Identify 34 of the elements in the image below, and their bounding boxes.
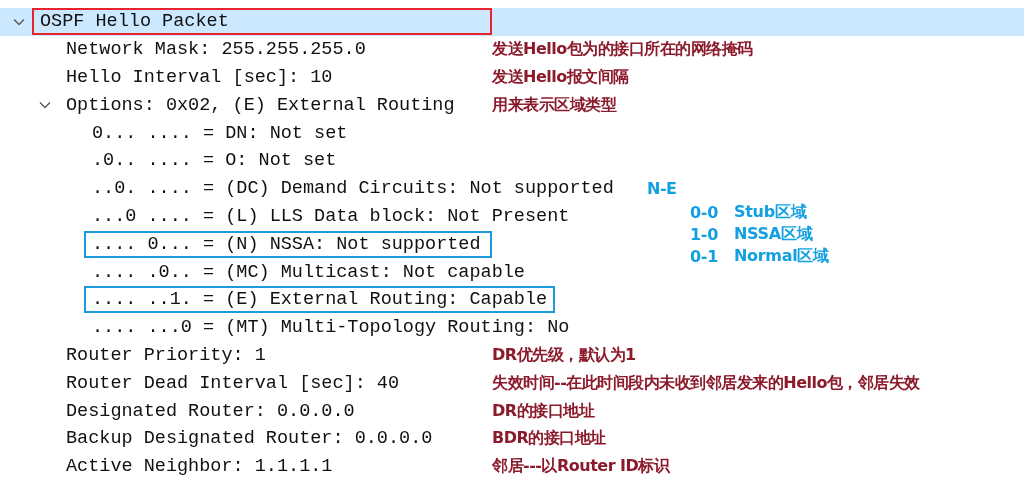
legend-code: 0-0 xyxy=(690,202,719,222)
tree-item[interactable]: .0.. .... = O: Not set xyxy=(84,147,345,175)
annotation-text: 用来表示区域类型 xyxy=(492,94,618,116)
legend-code: 1-0 xyxy=(690,224,719,244)
tree-item[interactable]: OSPF Hello Packet xyxy=(32,8,492,36)
annotation-text: N-E xyxy=(647,179,678,199)
tree-item[interactable]: ..0. .... = (DC) Demand Circuits: Not supported xyxy=(84,175,622,203)
annotation-text: 发送Hello报文间隔 xyxy=(492,67,630,88)
legend-code: 0-1 xyxy=(690,246,719,266)
tree-item[interactable]: Backup Designated Router: 0.0.0.0 xyxy=(58,425,441,453)
legend-label: Stub区域 xyxy=(734,201,807,223)
tree-item[interactable]: Network Mask: 255.255.255.0 xyxy=(58,36,374,64)
tree-item[interactable]: Active Neighbor: 1.1.1.1 xyxy=(58,453,341,481)
annotation-text: BDR的接口地址 xyxy=(492,428,607,450)
chevron-down-icon[interactable] xyxy=(39,101,51,110)
tree-item[interactable]: .... 0... = (N) NSSA: Not supported xyxy=(84,230,492,258)
annotation-text: 失效时间--在此时间段内未收到邻居发来的Hello包，邻居失效 xyxy=(492,372,921,394)
tree-item[interactable]: .... ..1. = (E) External Routing: Capable xyxy=(84,286,556,314)
tree-item[interactable]: ...0 .... = (L) LLS Data block: Not Present xyxy=(84,202,578,230)
annotation-text: 发送Hello包为的接口所在的网络掩码 xyxy=(492,39,754,61)
tree-item[interactable]: 0... .... = DN: Not set xyxy=(84,119,356,147)
legend-label: NSSA区域 xyxy=(734,223,813,245)
tree-item[interactable]: Router Priority: 1 xyxy=(58,341,274,369)
annotation-text: DR的接口地址 xyxy=(492,400,596,422)
annotation-text: 邻居---以Router ID标识 xyxy=(492,456,671,478)
annotation-text: DR优先级，默认为1 xyxy=(492,344,637,366)
tree-item[interactable]: .... .0.. = (MC) Multicast: Not capable xyxy=(84,258,533,286)
legend-label: Normal区域 xyxy=(734,245,829,267)
tree-item[interactable]: Hello Interval [sec]: 10 xyxy=(58,64,341,91)
tree-item[interactable]: Options: 0x02, (E) External Routing xyxy=(58,91,463,119)
tree-item[interactable]: Router Dead Interval [sec]: 40 xyxy=(58,369,408,397)
tree-item[interactable]: Designated Router: 0.0.0.0 xyxy=(58,397,363,425)
tree-item[interactable]: .... ...0 = (MT) Multi-Topology Routing: No xyxy=(84,314,578,342)
chevron-down-icon[interactable] xyxy=(13,17,25,26)
